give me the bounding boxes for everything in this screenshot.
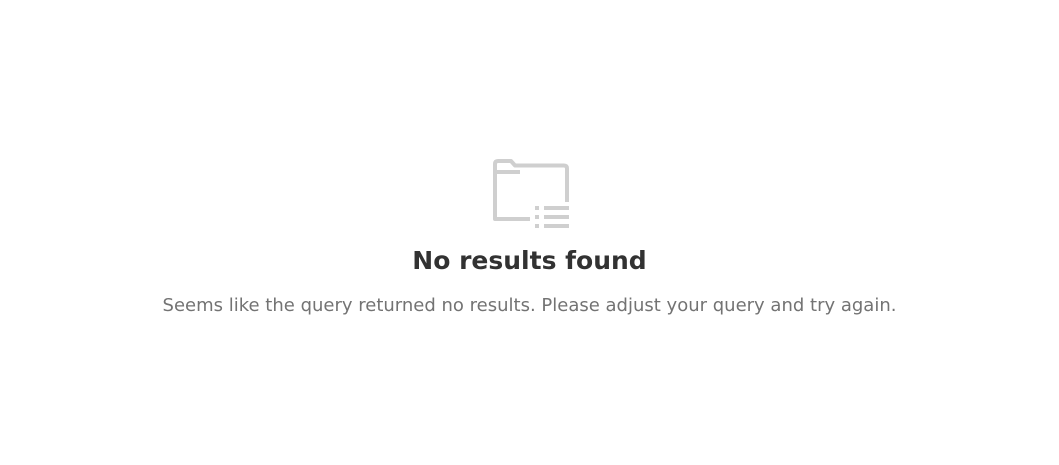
empty-state: No results found Seems like the query re… (0, 0, 1059, 465)
empty-state-title: No results found (412, 246, 647, 275)
empty-state-message: Seems like the query returned no results… (162, 295, 897, 316)
folder-list-icon (493, 159, 569, 228)
